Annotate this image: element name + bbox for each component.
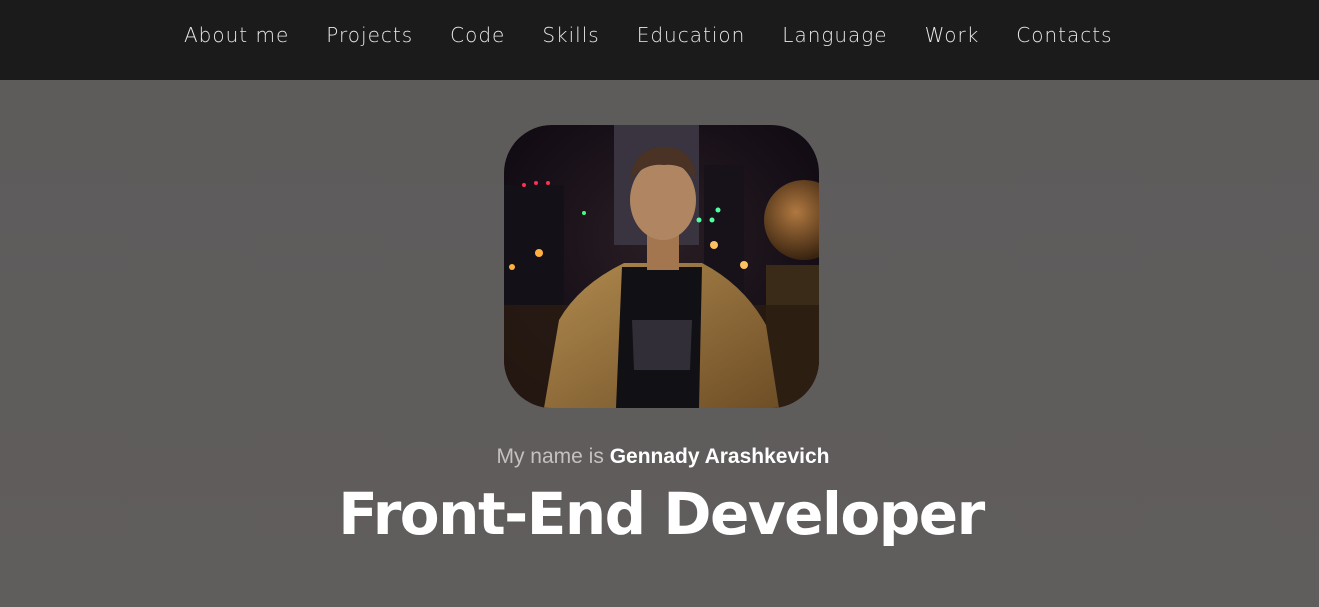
profile-photo-illustration <box>504 125 819 408</box>
hero-section: My name is Gennady Arashkevich Front-End… <box>0 80 1319 607</box>
intro-line: My name is Gennady Arashkevich <box>0 445 1319 469</box>
nav-item-projects[interactable]: Projects <box>326 23 413 47</box>
profile-photo <box>504 125 819 408</box>
top-navigation-bar: About me Projects Code Skills Education … <box>0 0 1319 80</box>
nav-item-education[interactable]: Education <box>637 23 746 47</box>
nav-item-about-me[interactable]: About me <box>184 23 289 47</box>
nav-item-contacts[interactable]: Contacts <box>1016 23 1112 47</box>
nav-item-code[interactable]: Code <box>450 23 505 47</box>
nav-item-language[interactable]: Language <box>782 23 887 47</box>
intro-prefix: My name is <box>496 445 604 468</box>
developer-name: Gennady Arashkevich <box>609 445 830 468</box>
nav-item-skills[interactable]: Skills <box>542 23 599 47</box>
nav-item-work[interactable]: Work <box>925 23 980 47</box>
nav-menu: About me Projects Code Skills Education … <box>184 0 1150 70</box>
page-title: Front-End Developer <box>338 480 985 548</box>
